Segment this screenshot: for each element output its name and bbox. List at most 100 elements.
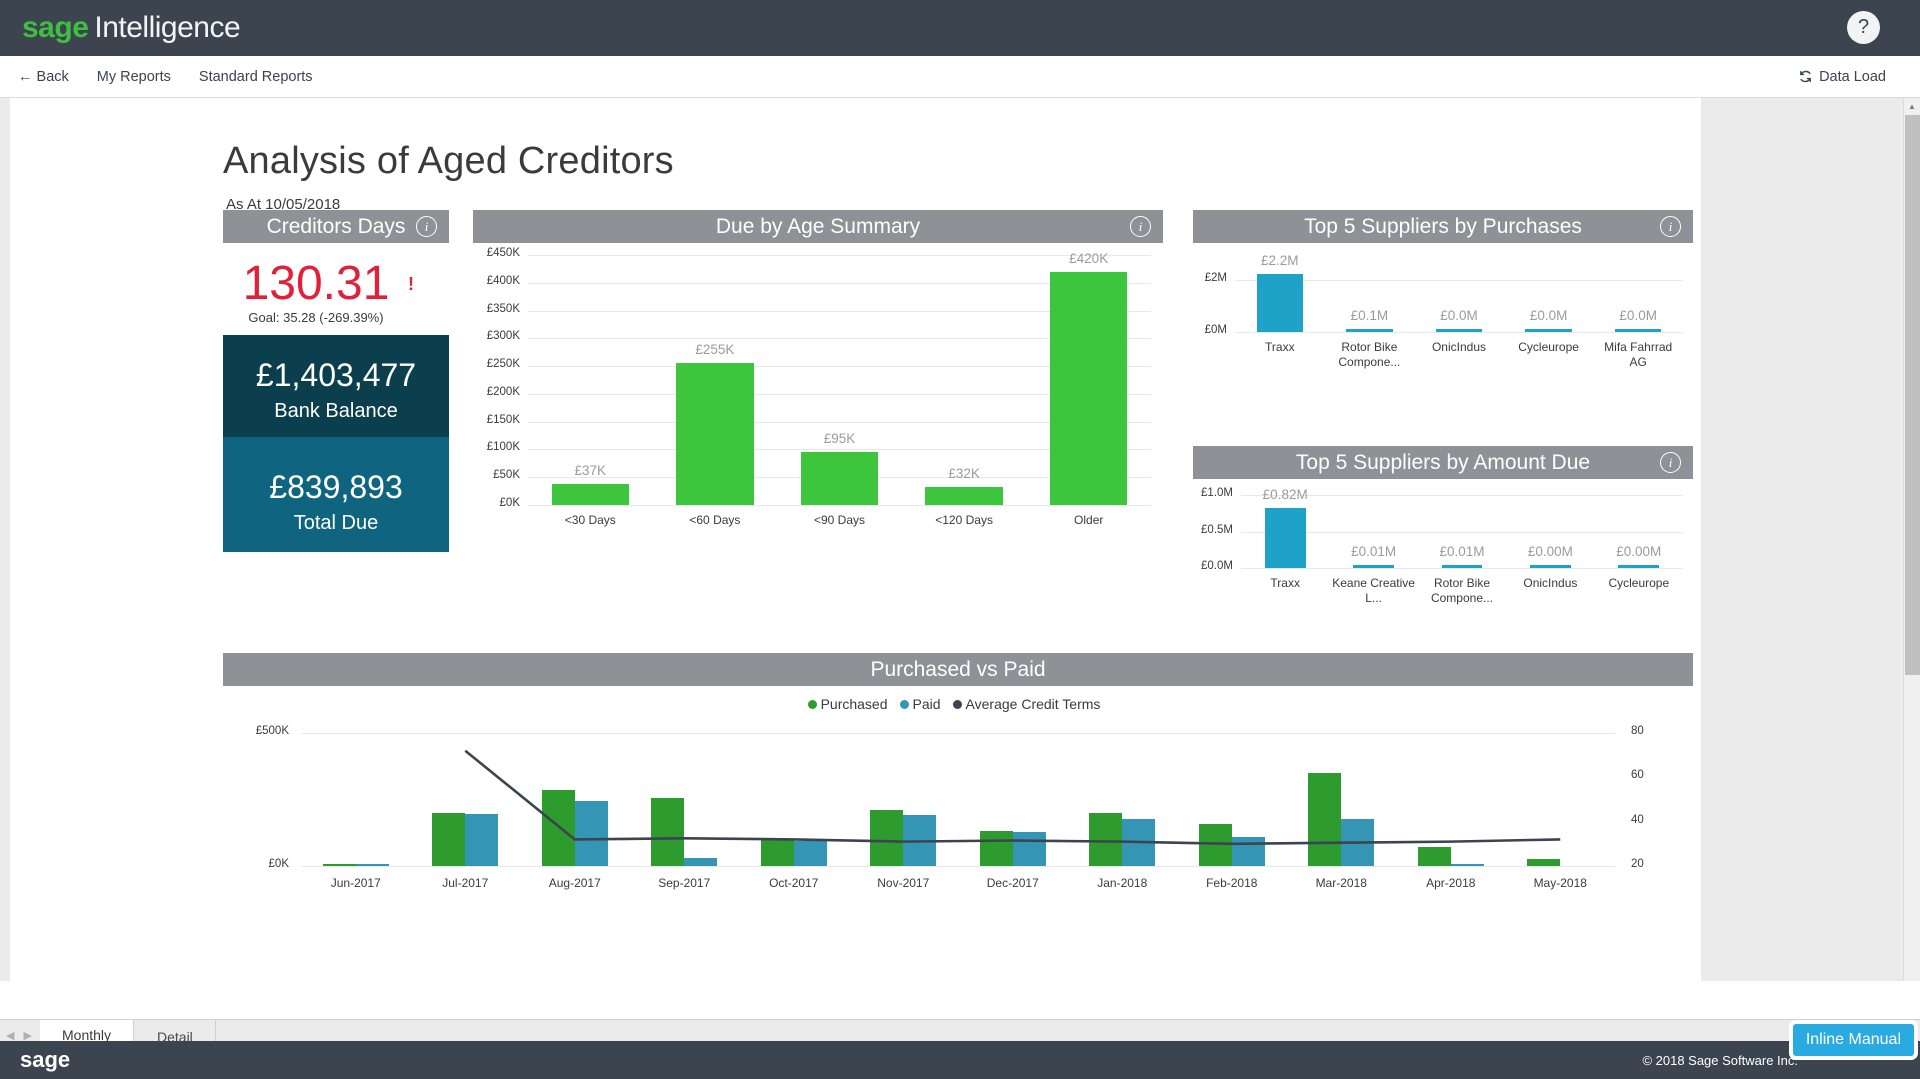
chart-bar: [1353, 565, 1394, 568]
bar-data-label: £0.00M: [1595, 544, 1683, 559]
my-reports-link[interactable]: My Reports: [97, 69, 171, 85]
info-icon[interactable]: i: [1660, 452, 1681, 473]
chart-bar: [676, 363, 753, 505]
y-axis-tick-label: £1.0M: [1193, 487, 1233, 499]
chart-bar: [1265, 508, 1306, 568]
x-axis-category-label: Traxx: [1235, 340, 1325, 355]
scrollbar-thumb[interactable]: [1905, 115, 1920, 675]
info-icon[interactable]: i: [416, 216, 437, 237]
report-sheet: Analysis of Aged Creditors As At 10/05/2…: [10, 98, 1701, 981]
creditors-days-panel-header: Creditors Days i: [223, 210, 449, 243]
report-scroll-area: Analysis of Aged Creditors As At 10/05/2…: [0, 98, 1903, 981]
total-due-label: Total Due: [223, 512, 449, 535]
legend-color-swatch: [900, 700, 909, 709]
purchased-vs-paid-panel-header: Purchased vs Paid: [223, 653, 1693, 686]
x-axis-category-label: Cycleurope: [1595, 576, 1683, 591]
gridline: [1241, 568, 1683, 569]
top5-amount-due-chart: £1.0M£0.5M£0.0M£0.82MTraxx£0.01MKeane Cr…: [1193, 479, 1693, 614]
purchased-vs-paid-legend: PurchasedPaidAverage Credit Terms: [223, 696, 1693, 712]
legend-entry: Average Credit Terms: [953, 696, 1101, 712]
vertical-scrollbar[interactable]: ▲: [1903, 98, 1920, 981]
gridline: [1241, 532, 1683, 533]
bar-data-label: £32K: [902, 466, 1027, 481]
back-button[interactable]: ← Back: [18, 69, 69, 85]
creditors-days-alert-icon: !: [408, 274, 414, 295]
purchased-vs-paid-title: Purchased vs Paid: [870, 658, 1045, 682]
x-axis-category-label: OnicIndus: [1506, 576, 1594, 591]
creditors-days-title: Creditors Days: [267, 215, 406, 239]
chart-bar: [552, 484, 629, 505]
total-due-amount: £839,893: [223, 469, 449, 506]
bar-data-label: £255K: [653, 342, 778, 357]
report-page: Analysis of Aged Creditors As At 10/05/2…: [0, 98, 1920, 981]
help-icon[interactable]: ?: [1847, 11, 1880, 44]
gridline: [528, 505, 1151, 506]
bar-data-label: £420K: [1026, 251, 1151, 266]
chart-bar: [1615, 329, 1662, 332]
page-title: Analysis of Aged Creditors: [223, 140, 674, 183]
y-axis-tick-label: £2M: [1193, 272, 1227, 284]
data-load-label: Data Load: [1819, 69, 1886, 85]
top5-purchases-title: Top 5 Suppliers by Purchases: [1304, 215, 1582, 239]
legend-label: Paid: [913, 696, 941, 712]
logo-sage-text: sage: [22, 11, 88, 44]
x-axis-category-label: Keane CreativeL...: [1329, 576, 1417, 606]
legend-color-swatch: [808, 700, 817, 709]
average-credit-terms-line: [223, 723, 1693, 908]
legend-entry: Paid: [900, 696, 941, 712]
due-by-age-panel-header: Due by Age Summary i: [473, 210, 1163, 243]
x-axis-category-label: Older: [1026, 513, 1151, 528]
chart-bar: [1436, 329, 1483, 332]
y-axis-tick-label: £200K: [473, 386, 520, 398]
footer-bar: sage © 2018 Sage Software Inc.: [0, 1041, 1920, 1079]
total-due-tile: £839,893 Total Due: [223, 437, 449, 552]
x-axis-category-label: OnicIndus: [1414, 340, 1504, 355]
x-axis-category-label: Rotor BikeCompone...: [1325, 340, 1415, 370]
chart-bar: [801, 452, 878, 505]
caret-up-icon[interactable]: ▲: [1904, 98, 1920, 115]
bank-balance-label: Bank Balance: [223, 400, 449, 423]
y-axis-tick-label: £50K: [473, 469, 520, 481]
creditors-days-value: 130.31: [223, 256, 409, 311]
y-axis-tick-label: £350K: [473, 303, 520, 315]
chart-bar: [1618, 565, 1659, 568]
x-axis-category-label: Rotor BikeCompone...: [1418, 576, 1506, 606]
chart-bar: [1050, 272, 1127, 505]
x-axis-category-label: Cycleurope: [1504, 340, 1594, 355]
bar-data-label: £0.82M: [1241, 487, 1329, 502]
due-by-age-chart: £450K£400K£350K£300K£250K£200K£150K£100K…: [473, 243, 1163, 563]
y-axis-tick-label: £0.5M: [1193, 524, 1233, 536]
sage-footer-logo: sage: [20, 1047, 70, 1073]
data-load-button[interactable]: Data Load: [1798, 69, 1886, 85]
chart-bar: [1257, 274, 1304, 332]
purchased-vs-paid-chart: £500K£0K80604020Jun-2017Jul-2017Aug-2017…: [223, 723, 1693, 908]
x-axis-category-label: <30 Days: [528, 513, 653, 528]
y-axis-tick-label: £450K: [473, 247, 520, 259]
inline-manual-button[interactable]: Inline Manual: [1793, 1024, 1914, 1056]
y-axis-tick-label: £150K: [473, 414, 520, 426]
copyright-text: © 2018 Sage Software Inc.: [1642, 1053, 1798, 1068]
bar-data-label: £0.00M: [1506, 544, 1594, 559]
bar-data-label: £2.2M: [1235, 253, 1325, 268]
top5-purchases-panel-header: Top 5 Suppliers by Purchases i: [1193, 210, 1693, 243]
info-icon[interactable]: i: [1130, 216, 1151, 237]
top5-amount-due-panel-header: Top 5 Suppliers by Amount Due i: [1193, 446, 1693, 479]
sage-intelligence-logo: sageIntelligence: [22, 11, 240, 45]
top5-purchases-chart: £2M£0M£2.2MTraxx£0.1MRotor BikeCompone..…: [1193, 243, 1693, 378]
chart-bar: [1525, 329, 1572, 332]
bar-data-label: £0.1M: [1325, 308, 1415, 323]
standard-reports-link[interactable]: Standard Reports: [199, 69, 313, 85]
x-axis-category-label: <90 Days: [777, 513, 902, 528]
refresh-icon: [1798, 69, 1813, 84]
x-axis-category-label: <120 Days: [902, 513, 1027, 528]
y-axis-tick-label: £100K: [473, 441, 520, 453]
x-axis-category-label: Traxx: [1241, 576, 1329, 591]
gridline: [1235, 332, 1683, 333]
chart-bar: [1442, 565, 1483, 568]
dashboard-canvas: Analysis of Aged Creditors As At 10/05/2…: [10, 98, 1701, 981]
due-by-age-title: Due by Age Summary: [716, 215, 920, 239]
top5-amount-due-title: Top 5 Suppliers by Amount Due: [1296, 451, 1590, 475]
info-icon[interactable]: i: [1660, 216, 1681, 237]
chart-bar: [925, 487, 1002, 505]
nav-bar: ← Back My Reports Standard Reports Data …: [0, 56, 1920, 98]
